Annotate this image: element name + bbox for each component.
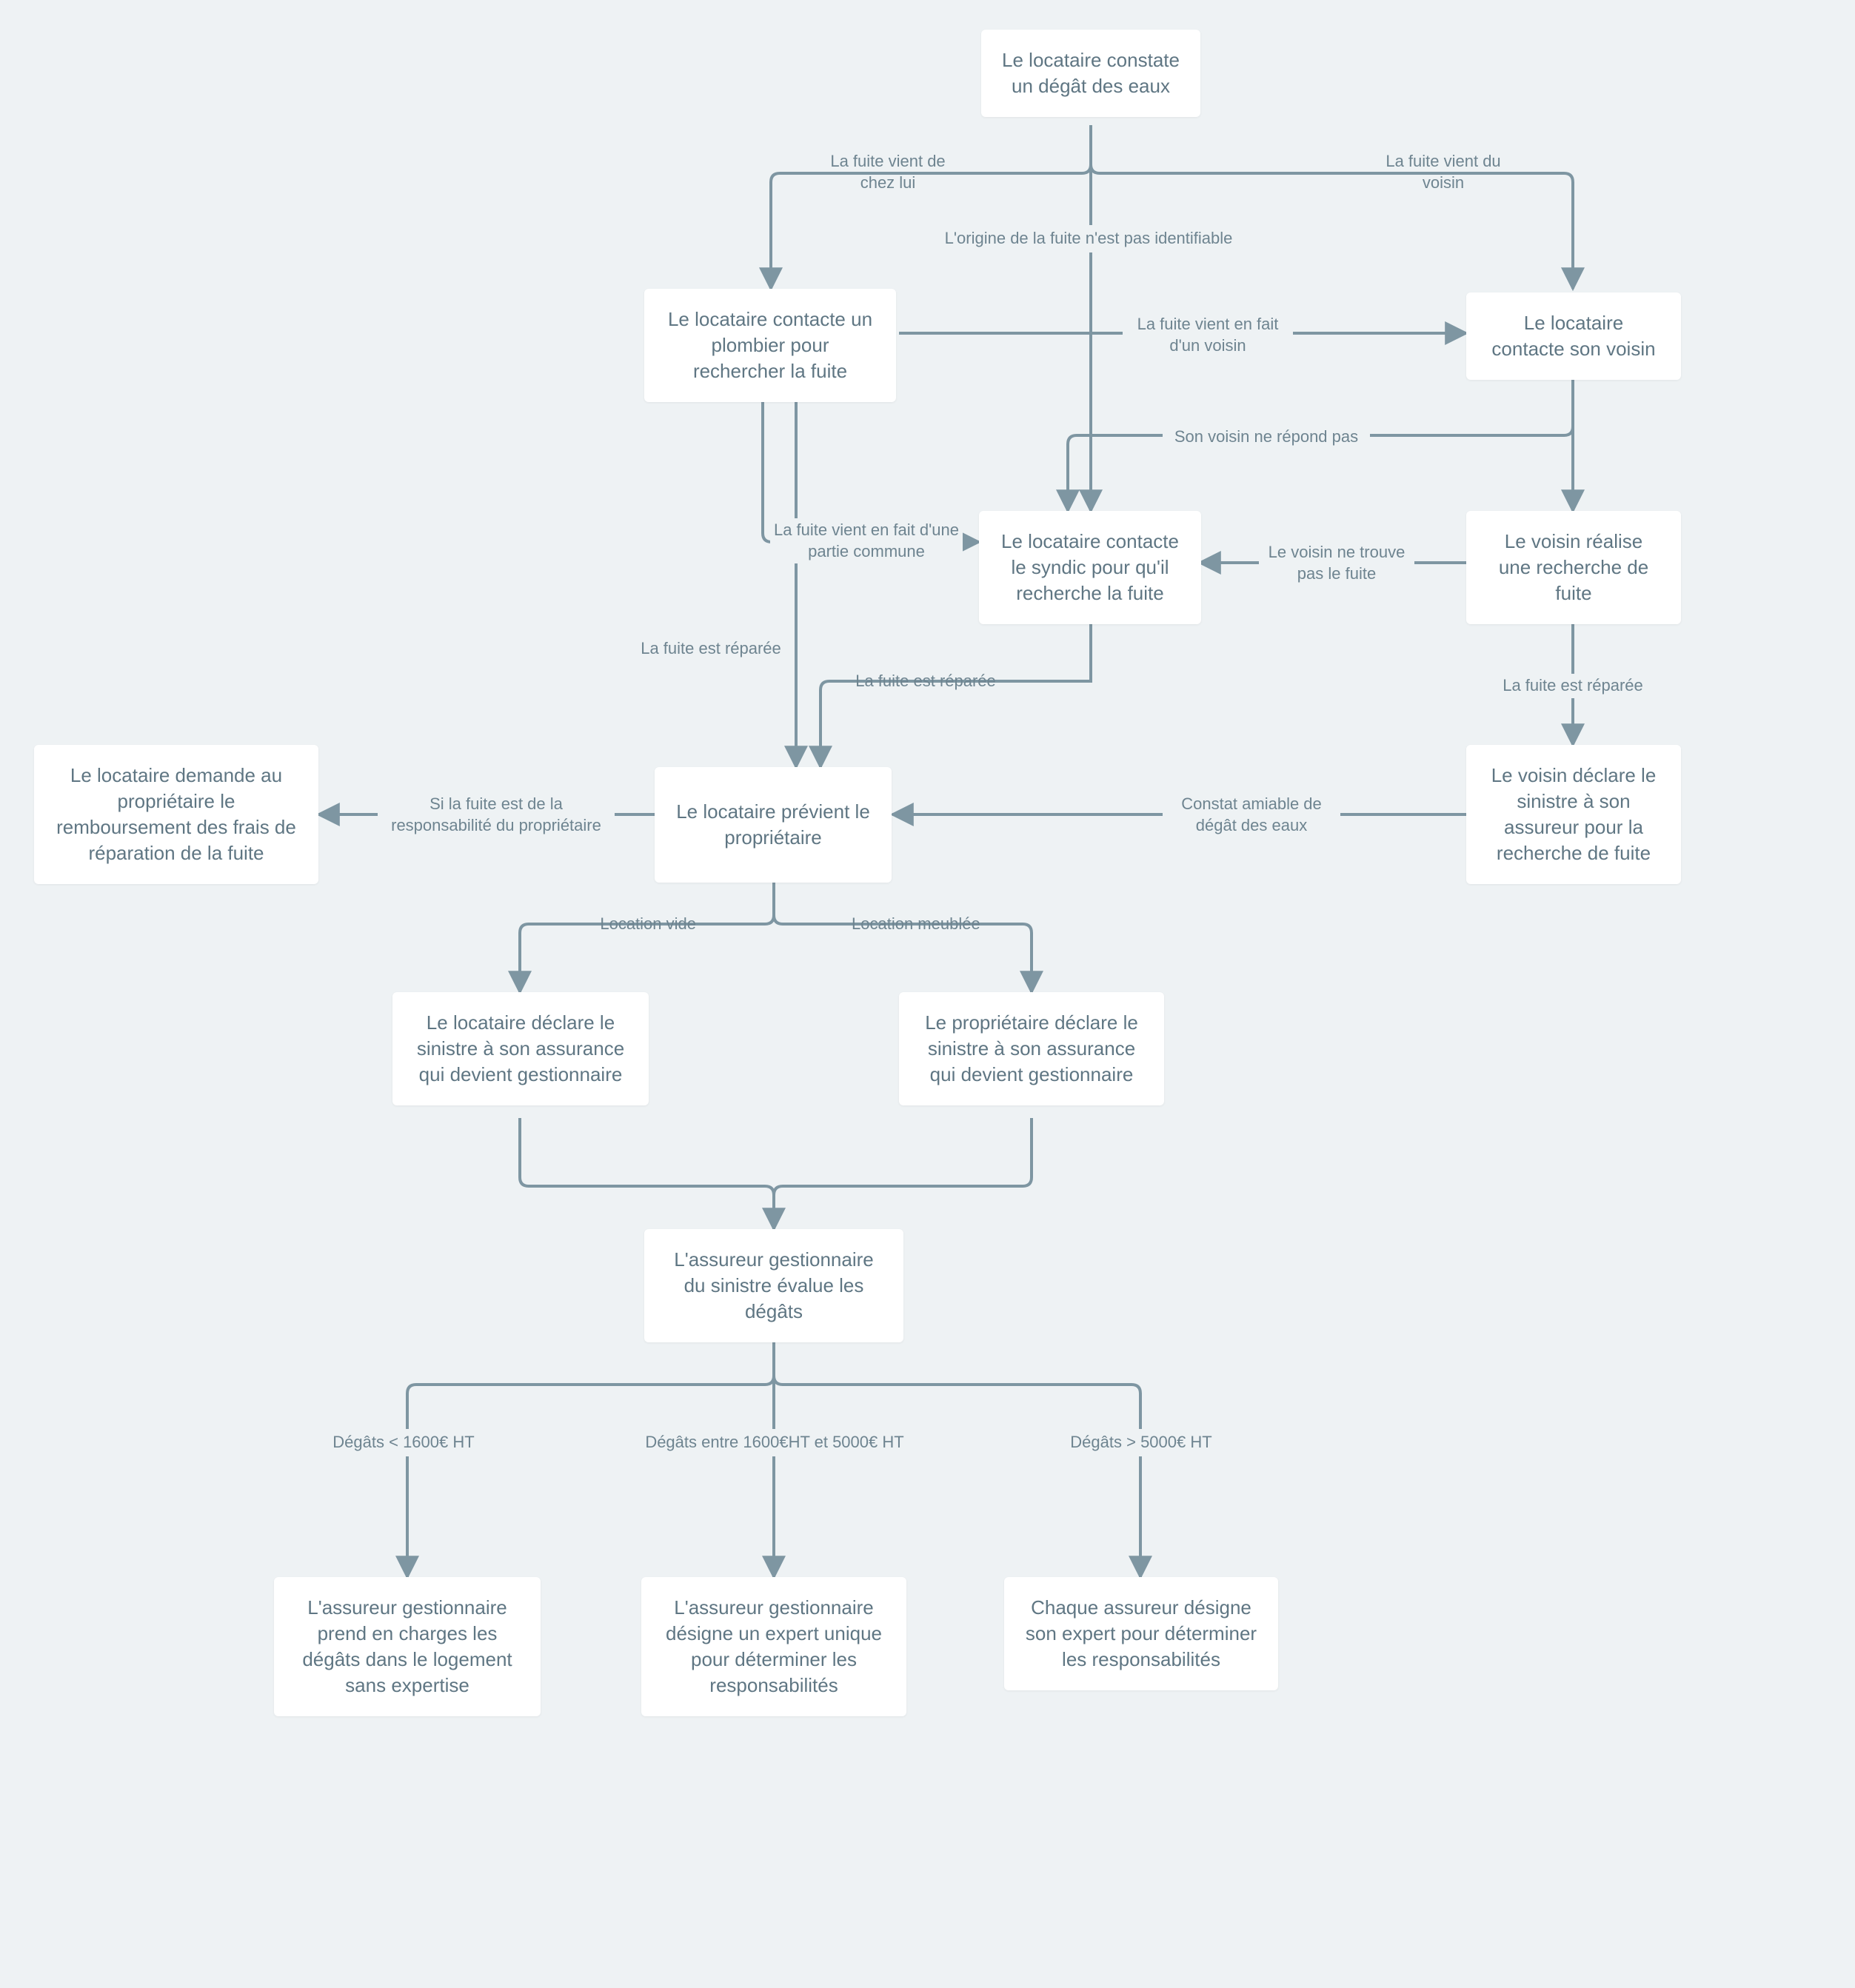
node-voisin-recherche: Le voisin réalise une recherche de fuite — [1466, 511, 1681, 624]
node-remboursement: Le locataire demande au propriétaire le … — [34, 745, 318, 884]
edge-resp-proprietaire: Si la fuite est de la responsabilité du … — [378, 791, 615, 839]
edge-voisin-repond-pas: Son voisin ne répond pas — [1163, 425, 1370, 449]
edge-vient-chez-lui: La fuite vient de chez lui — [818, 151, 958, 193]
node-assureur-evalue: L'assureur gestionnaire du sinistre éval… — [644, 1229, 903, 1342]
flowchart-canvas: Le locataire constate un dégât des eaux … — [0, 0, 1855, 1988]
node-locataire-assurance: Le locataire déclare le sinistre à son a… — [392, 992, 649, 1105]
edge-degats-1600: Dégâts < 1600€ HT — [304, 1429, 504, 1456]
node-moins-1600: L'assureur gestionnaire prend en charges… — [274, 1577, 541, 1716]
edge-location-meublee: Location meublée — [852, 914, 1015, 935]
edge-degats-5000: Dégâts > 5000€ HT — [1034, 1429, 1249, 1456]
node-plus-5000: Chaque assureur désigne son expert pour … — [1004, 1577, 1278, 1690]
node-constate: Le locataire constate un dégât des eaux — [981, 30, 1200, 117]
node-plombier: Le locataire contacte un plombier pour r… — [644, 289, 896, 402]
edge-pas-identifiable: L'origine de la fuite n'est pas identifi… — [933, 225, 1244, 252]
edge-reparee-2: La fuite est réparée — [844, 671, 1007, 692]
edge-reparee-1: La fuite est réparée — [629, 637, 792, 661]
edge-voisin-trouve-pas: Le voisin ne trouve pas le fuite — [1259, 540, 1414, 586]
edge-vient-en-fait-voisin: La fuite vient en fait d'un voisin — [1123, 311, 1293, 359]
node-syndic: Le locataire contacte le syndic pour qu'… — [979, 511, 1201, 624]
edge-vient-voisin: La fuite vient du voisin — [1373, 151, 1514, 193]
edge-location-vide: Location vide — [570, 914, 696, 935]
node-proprietaire-assurance: Le propriétaire déclare le sinistre à so… — [899, 992, 1164, 1105]
node-voisin-declare: Le voisin déclare le sinistre à son assu… — [1466, 745, 1681, 884]
edge-reparee-3: La fuite est réparée — [1491, 674, 1654, 698]
edge-constat-amiable: Constat amiable de dégât des eaux — [1163, 791, 1340, 839]
edge-degats-1600-5000: Dégâts entre 1600€HT et 5000€ HT — [626, 1429, 923, 1456]
edge-partie-commune: La fuite vient en fait d'une partie comm… — [770, 518, 963, 563]
node-1600-5000: L'assureur gestionnaire désigne un exper… — [641, 1577, 906, 1716]
node-contacte-voisin: Le locataire contacte son voisin — [1466, 292, 1681, 380]
node-previent-prop: Le locataire prévient le propriétaire — [655, 767, 892, 883]
